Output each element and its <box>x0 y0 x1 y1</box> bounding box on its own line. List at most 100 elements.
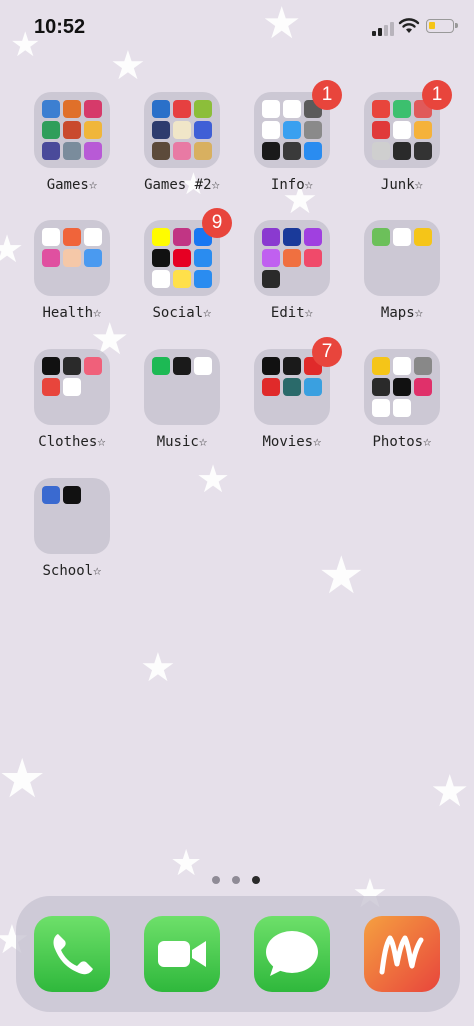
mini-app-icon <box>152 270 170 288</box>
mini-app-icon <box>194 249 212 267</box>
mini-app-icon <box>173 100 191 118</box>
mini-app-icon <box>393 142 411 160</box>
folder-label: Movies☆ <box>262 434 322 450</box>
mini-app-icon <box>42 249 60 267</box>
mini-app-icon <box>372 100 390 118</box>
page-dot-current[interactable] <box>252 876 260 884</box>
folder-label: Info☆ <box>270 177 314 193</box>
cellular-signal-icon <box>372 20 394 36</box>
folder-label: Photos☆ <box>372 434 432 450</box>
mini-app-icon <box>173 249 191 267</box>
mini-app-icon <box>42 142 60 160</box>
page-dot[interactable] <box>232 876 240 884</box>
folder-label: Games #2☆ <box>144 177 220 193</box>
folder-label: Maps☆ <box>380 305 424 321</box>
mini-app-icon <box>393 378 411 396</box>
mini-app-icon <box>42 378 60 396</box>
star-icon: ★ <box>0 747 47 810</box>
mini-app-icon <box>304 121 322 139</box>
mini-app-icon <box>283 378 301 396</box>
star-icon: ★ <box>170 843 203 884</box>
star-icon: ★ <box>140 645 176 691</box>
facetime-app[interactable] <box>144 916 220 992</box>
folder-maps[interactable] <box>364 220 440 296</box>
folder-label: Health☆ <box>42 305 102 321</box>
mini-app-icon <box>304 249 322 267</box>
battery-icon <box>426 19 458 33</box>
folder-games-2[interactable] <box>144 92 220 168</box>
folder-preview <box>262 357 322 417</box>
mini-app-icon <box>372 378 390 396</box>
status-bar: 10:52 <box>0 0 474 56</box>
notification-badge: 9 <box>202 208 232 238</box>
folder-edit[interactable] <box>254 220 330 296</box>
mini-app-icon <box>283 228 301 246</box>
mini-app-icon <box>63 486 81 504</box>
mini-app-icon <box>262 270 280 288</box>
folder-music[interactable] <box>144 349 220 425</box>
music-m-icon <box>379 935 424 975</box>
folder-preview <box>372 357 432 417</box>
folder-games[interactable] <box>34 92 110 168</box>
folder-photos[interactable] <box>364 349 440 425</box>
mini-app-icon <box>262 378 280 396</box>
folder-preview <box>372 100 432 160</box>
mini-app-icon <box>372 357 390 375</box>
mini-app-icon <box>152 100 170 118</box>
mini-app-icon <box>283 142 301 160</box>
page-dot[interactable] <box>212 876 220 884</box>
mini-app-icon <box>84 121 102 139</box>
phone-app[interactable] <box>34 916 110 992</box>
folder-clothes[interactable] <box>34 349 110 425</box>
messages-app[interactable] <box>254 916 330 992</box>
mini-app-icon <box>42 121 60 139</box>
mini-app-icon <box>194 100 212 118</box>
mini-app-icon <box>173 270 191 288</box>
folder-label: Junk☆ <box>380 177 424 193</box>
mini-app-icon <box>262 228 280 246</box>
folder-preview <box>152 357 212 417</box>
folder-school[interactable] <box>34 478 110 554</box>
mini-app-icon <box>414 121 432 139</box>
folder-preview <box>262 228 322 288</box>
mini-app-icon <box>173 228 191 246</box>
mini-app-icon <box>63 100 81 118</box>
mini-app-icon <box>63 357 81 375</box>
mini-app-icon <box>152 121 170 139</box>
mini-app-icon <box>262 249 280 267</box>
notification-badge: 1 <box>422 80 452 110</box>
mini-app-icon <box>84 357 102 375</box>
mini-app-icon <box>414 142 432 160</box>
mini-app-icon <box>283 249 301 267</box>
star-icon: ★ <box>318 546 365 606</box>
mini-app-icon <box>84 100 102 118</box>
mini-app-icon <box>63 378 81 396</box>
mini-app-icon <box>304 142 322 160</box>
mini-app-icon <box>262 142 280 160</box>
mini-app-icon <box>42 100 60 118</box>
dock <box>16 896 460 1012</box>
mini-app-icon <box>152 228 170 246</box>
mini-app-icon <box>414 378 432 396</box>
mini-app-icon <box>194 121 212 139</box>
mini-app-icon <box>393 399 411 417</box>
folder-preview <box>152 228 212 288</box>
mini-app-icon <box>84 249 102 267</box>
folder-label: Games☆ <box>46 177 98 193</box>
mini-app-icon <box>283 121 301 139</box>
music-m-app[interactable] <box>364 916 440 992</box>
folder-health[interactable] <box>34 220 110 296</box>
star-icon: ★ <box>0 227 25 271</box>
mini-app-icon <box>414 228 432 246</box>
mini-app-icon <box>63 121 81 139</box>
folder-label: School☆ <box>42 563 102 579</box>
folder-label: Music☆ <box>156 434 208 450</box>
mini-app-icon <box>42 357 60 375</box>
folder-preview <box>372 228 432 288</box>
mini-app-icon <box>262 100 280 118</box>
folder-label: Clothes☆ <box>38 434 106 450</box>
notification-badge: 1 <box>312 80 342 110</box>
mini-app-icon <box>283 100 301 118</box>
mini-app-icon <box>63 228 81 246</box>
mini-app-icon <box>152 142 170 160</box>
